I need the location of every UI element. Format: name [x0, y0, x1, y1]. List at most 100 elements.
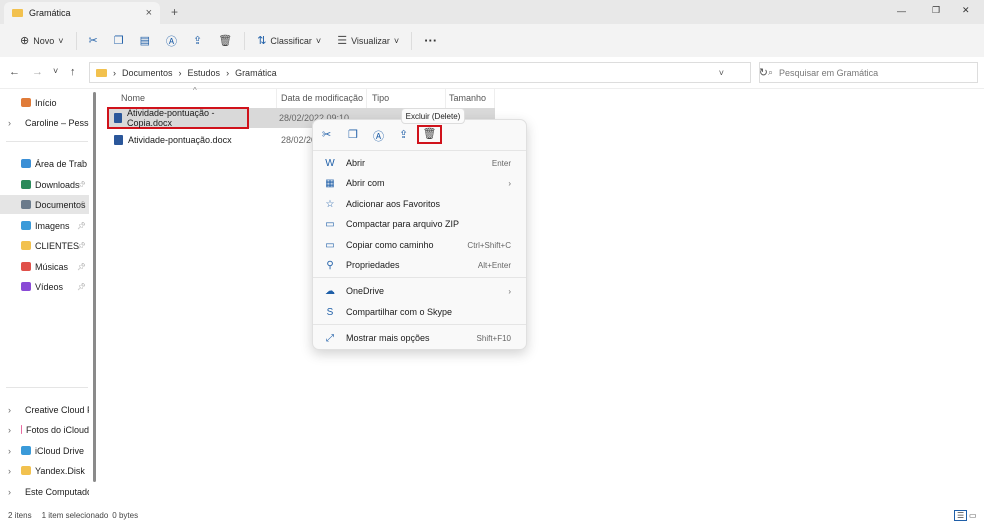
sidebar-item-videos[interactable]: Vídeos 📌︎: [0, 277, 89, 296]
sidebar-item-label: Fotos do iCloud: [25, 424, 89, 435]
sidebar-item-icloud-photos[interactable]: › Fotos do iCloud: [0, 420, 89, 439]
breadcrumb-sep: ›: [226, 67, 230, 78]
file-name: Atividade-pontuação - Copia.docx: [127, 108, 215, 128]
rename-button[interactable]: Ⓐ: [158, 29, 185, 53]
tiles-view-button[interactable]: ▭: [969, 511, 977, 520]
cut-icon[interactable]: ✂: [322, 128, 331, 141]
chevron-right-icon[interactable]: ›: [8, 405, 11, 415]
column-header-name[interactable]: Nome: [121, 93, 145, 107]
share-icon[interactable]: ⇪: [399, 128, 408, 141]
chevron-right-icon[interactable]: ›: [8, 425, 11, 435]
sidebar-item-home[interactable]: Início: [0, 93, 89, 112]
divider: [244, 31, 246, 50]
pin-icon: 📌︎: [77, 181, 86, 189]
sidebar-item-creative-cloud[interactable]: › Creative Cloud F: [0, 400, 89, 419]
menu-item[interactable]: ▭ Compactar para arquivo ZIP: [317, 214, 523, 234]
delete-icon[interactable]: 🗑︎: [417, 125, 442, 144]
sort-label: Classificar: [270, 35, 312, 46]
sidebar-item-download[interactable]: Downloads 📌︎: [0, 175, 89, 194]
copy-button[interactable]: ❐: [106, 29, 132, 53]
menu-item[interactable]: ☆ Adicionar aos Favoritos: [317, 194, 523, 214]
minimize-button[interactable]: —: [897, 6, 906, 16]
sort-button[interactable]: ⇅ Classificar ˅: [249, 29, 329, 53]
menu-item-shortcut: ›: [508, 286, 511, 296]
breadcrumb-item[interactable]: Estudos: [188, 68, 221, 78]
chevron-right-icon[interactable]: ›: [8, 446, 11, 456]
sidebar-item-pictures[interactable]: Imagens 📌︎: [0, 216, 89, 235]
folder-icon: [21, 241, 31, 250]
desktop-icon: [21, 159, 31, 168]
breadcrumb-item[interactable]: Documentos: [122, 68, 173, 78]
chevron-down-icon[interactable]: ˅: [719, 68, 724, 78]
share-button[interactable]: ⇪: [185, 29, 210, 53]
menu-item-icon: ⚲: [326, 259, 334, 271]
sidebar-item-label: Imagens: [35, 220, 70, 231]
download-icon: [21, 180, 31, 189]
column-header-size[interactable]: Tamanho: [449, 93, 486, 107]
sidebar-item-documents[interactable]: Documentos 📌︎: [0, 195, 89, 214]
column-header-date[interactable]: Data de modificação: [281, 93, 363, 107]
view-button[interactable]: ☰ Visualizar ˅: [329, 29, 407, 53]
search-box[interactable]: ⌕ Pesquisar em Gramática: [759, 62, 978, 83]
address-bar[interactable]: › Documentos › Estudos › Gramática ˅ ↻: [89, 62, 768, 83]
up-button[interactable]: ↑: [70, 66, 76, 78]
share-icon: ⇪: [193, 35, 203, 47]
paste-button[interactable]: ▤: [132, 29, 158, 53]
restore-button[interactable]: ❐: [932, 5, 940, 16]
menu-item[interactable]: W Abrir Enter: [317, 153, 523, 173]
menu-item[interactable]: ☁ OneDrive ›: [317, 281, 523, 301]
sidebar-item-yandex[interactable]: › Yandex.Disk: [0, 461, 89, 480]
menu-item-label: Copiar como caminho: [346, 240, 434, 250]
details-view-button[interactable]: ☰: [954, 509, 968, 521]
sort-arrow-icon: ^: [193, 86, 197, 95]
sidebar-item-icloud[interactable]: › iCloud Drive: [0, 441, 89, 460]
chevron-down-icon: ˅: [315, 35, 322, 46]
rename-icon[interactable]: Ⓐ: [373, 128, 384, 144]
divider: [411, 31, 413, 50]
menu-item-shortcut: Ctrl+Shift+C: [467, 240, 511, 250]
menu-item-icon: ▦: [325, 177, 335, 189]
sidebar-item-desktop[interactable]: Área de Trab 📌︎: [0, 154, 89, 173]
copy-icon[interactable]: ❐: [348, 128, 358, 141]
new-tab-button[interactable]: +: [171, 5, 178, 19]
column-header-type[interactable]: Tipo: [372, 93, 389, 107]
menu-item[interactable]: ⚲ Propriedades Alt+Enter: [317, 255, 523, 275]
menu-item-shortcut: Alt+Enter: [477, 260, 511, 270]
menu-item-shortcut: Shift+F10: [476, 333, 511, 343]
forward-button[interactable]: →: [32, 66, 43, 78]
more-button[interactable]: ···: [416, 29, 445, 53]
chevron-right-icon[interactable]: ›: [8, 487, 11, 497]
sidebar-item-onedrive[interactable]: › Caroline – Pesso: [0, 113, 89, 132]
breadcrumb-item[interactable]: Gramática: [235, 68, 277, 78]
icloud-icon: [21, 446, 31, 455]
close-tab-button[interactable]: ×: [146, 7, 152, 19]
sidebar-item-music[interactable]: Músicas 📌︎: [0, 257, 89, 276]
menu-item-icon: ▭: [325, 239, 335, 251]
divider: [313, 277, 526, 278]
recent-dropdown[interactable]: ˅: [53, 66, 58, 76]
sidebar-scrollbar[interactable]: [93, 92, 96, 482]
chevron-right-icon[interactable]: ›: [8, 118, 11, 128]
chevron-right-icon[interactable]: ›: [8, 466, 11, 476]
search-icon: ⌕: [768, 67, 774, 77]
close-window-button[interactable]: ✕: [962, 5, 970, 16]
clipboard-icon: ▤: [139, 35, 150, 47]
menu-item-label: Compartilhar com o Skype: [346, 307, 453, 317]
videos-icon: [21, 282, 31, 291]
new-button[interactable]: ⊕ Novo ˅: [12, 29, 72, 53]
menu-item-shortcut: Enter: [491, 158, 511, 168]
cut-button[interactable]: ✂: [81, 29, 106, 53]
pin-icon: 📌︎: [77, 222, 86, 230]
menu-item[interactable]: S Compartilhar com o Skype: [317, 302, 523, 322]
sidebar-item-computer[interactable]: › Este Computado: [0, 482, 89, 501]
more-icon: ···: [424, 33, 438, 48]
menu-item-label: Mostrar mais opções: [346, 333, 430, 343]
back-button[interactable]: ←: [9, 66, 20, 78]
menu-item[interactable]: ▦ Abrir com ›: [317, 173, 523, 193]
sidebar-item-folder[interactable]: CLIENTES 📌︎: [0, 236, 89, 255]
menu-item[interactable]: ⤢ Mostrar mais opções Shift+F10: [317, 328, 523, 348]
tab-gramatica[interactable]: Gramática ×: [4, 2, 160, 24]
menu-item[interactable]: ▭ Copiar como caminho Ctrl+Shift+C: [317, 235, 523, 255]
delete-button[interactable]: 🗑︎: [210, 29, 240, 53]
menu-item-label: Adicionar aos Favoritos: [346, 199, 441, 209]
